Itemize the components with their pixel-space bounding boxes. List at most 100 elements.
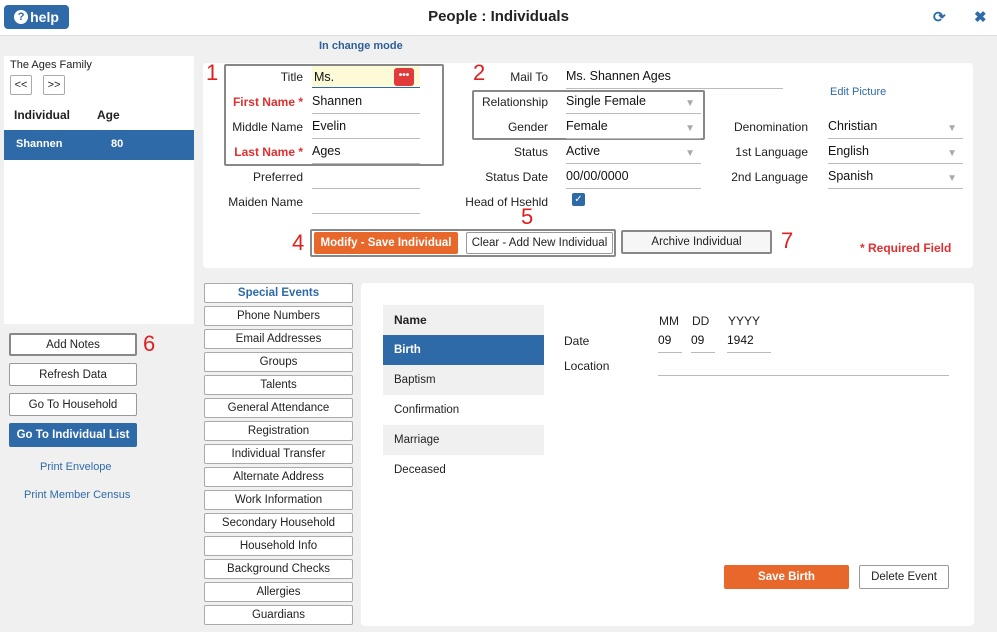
second-language-label: 2nd Language xyxy=(731,170,808,184)
tab-secondary-household[interactable]: Secondary Household xyxy=(204,513,353,533)
preferred-input[interactable] xyxy=(312,167,420,189)
next-family-button[interactable]: >> xyxy=(43,75,65,95)
family-panel xyxy=(4,56,194,324)
denomination-label: Denomination xyxy=(733,120,808,134)
status-label: Status xyxy=(513,145,548,159)
second-language-select[interactable]: Spanish ▼ xyxy=(828,167,963,189)
preferred-label: Preferred xyxy=(252,170,303,184)
status-select[interactable]: Active ▼ xyxy=(566,142,701,164)
chevron-down-icon: ▼ xyxy=(685,123,695,134)
event-item-marriage[interactable]: Marriage xyxy=(383,425,544,455)
mode-indicator: In change mode xyxy=(319,40,403,52)
save-birth-button[interactable]: Save Birth xyxy=(724,565,849,589)
event-item-birth[interactable]: Birth xyxy=(383,335,544,365)
first-language-value: English xyxy=(828,144,869,158)
edit-picture-link[interactable]: Edit Picture xyxy=(830,86,886,98)
first-name-label: First Name * xyxy=(232,95,303,109)
prev-family-button[interactable]: << xyxy=(10,75,32,95)
first-language-select[interactable]: English ▼ xyxy=(828,142,963,164)
tab-guardians[interactable]: Guardians xyxy=(204,605,353,625)
annotation-5: 5 xyxy=(521,204,534,229)
chevron-down-icon: ▼ xyxy=(685,148,695,159)
more-options-icon[interactable]: ••• xyxy=(394,68,414,86)
page-title: People : Individuals xyxy=(428,8,569,25)
head-of-household-checkbox[interactable]: ✓ xyxy=(572,193,585,206)
middle-name-input[interactable]: Evelin xyxy=(312,117,420,139)
annotation-1: 1 xyxy=(206,60,219,85)
event-item-confirmation[interactable]: Confirmation xyxy=(383,395,544,425)
date-label: Date xyxy=(564,334,590,348)
mail-to-label: Mail To xyxy=(510,70,548,84)
print-envelope-link[interactable]: Print Envelope xyxy=(40,461,112,473)
go-to-individual-list-button[interactable]: Go To Individual List xyxy=(9,423,137,447)
mm-label: MM xyxy=(659,314,679,328)
title-label: Title xyxy=(280,70,303,84)
annotation-6: 6 xyxy=(143,331,156,356)
tab-work-information[interactable]: Work Information xyxy=(204,490,353,510)
modify-save-button[interactable]: Modify - Save Individual xyxy=(314,232,458,254)
tab-email-addresses[interactable]: Email Addresses xyxy=(204,329,353,349)
location-input[interactable] xyxy=(658,354,949,376)
tab-alternate-address[interactable]: Alternate Address xyxy=(204,467,353,487)
delete-event-button[interactable]: Delete Event xyxy=(859,565,949,589)
go-to-household-button[interactable]: Go To Household xyxy=(9,393,137,416)
row-age: 80 xyxy=(111,138,124,150)
status-value: Active xyxy=(566,144,601,158)
required-field-note: * Required Field xyxy=(860,241,952,255)
yyyy-label: YYYY xyxy=(728,314,761,328)
maiden-name-input[interactable] xyxy=(312,192,420,214)
table-row[interactable]: Shannen 80 xyxy=(4,130,194,160)
archive-button[interactable]: Archive Individual xyxy=(621,230,772,254)
year-input[interactable]: 1942 xyxy=(727,331,771,353)
denomination-value: Christian xyxy=(828,119,878,133)
event-item-baptism[interactable]: Baptism xyxy=(383,365,544,395)
refresh-data-button[interactable]: Refresh Data xyxy=(9,363,137,386)
first-name-input[interactable]: Shannen xyxy=(312,92,420,114)
month-input[interactable]: 09 xyxy=(658,331,682,353)
column-header-age: Age xyxy=(97,108,120,122)
chevron-down-icon: ▼ xyxy=(947,123,957,134)
family-name: The Ages Family xyxy=(10,59,92,71)
add-notes-button[interactable]: Add Notes xyxy=(9,333,137,356)
tab-groups[interactable]: Groups xyxy=(204,352,353,372)
tab-background-checks[interactable]: Background Checks xyxy=(204,559,353,579)
chevron-down-icon: ▼ xyxy=(685,98,695,109)
gender-select[interactable]: Female ▼ xyxy=(566,117,701,139)
tab-talents[interactable]: Talents xyxy=(204,375,353,395)
event-item-deceased[interactable]: Deceased xyxy=(383,455,544,485)
second-language-value: Spanish xyxy=(828,169,874,183)
relationship-value: Single Female xyxy=(566,94,646,108)
annotation-7: 7 xyxy=(781,228,794,253)
refresh-icon[interactable]: ⟳ xyxy=(933,8,946,26)
tab-individual-transfer[interactable]: Individual Transfer xyxy=(204,444,353,464)
chevron-down-icon: ▼ xyxy=(947,148,957,159)
middle-name-label: Middle Name xyxy=(232,120,303,134)
gender-label: Gender xyxy=(507,120,548,134)
day-input[interactable]: 09 xyxy=(691,331,715,353)
annotation-4: 4 xyxy=(292,230,305,255)
last-name-label: Last Name * xyxy=(234,145,303,159)
row-name: Shannen xyxy=(16,138,63,150)
tab-special-events[interactable]: Special Events xyxy=(204,283,353,303)
column-header-individual: Individual xyxy=(14,108,71,122)
gender-value: Female xyxy=(566,119,608,133)
dd-label: DD xyxy=(692,314,710,328)
relationship-select[interactable]: Single Female ▼ xyxy=(566,92,701,114)
mail-to-input[interactable]: Ms. Shannen Ages xyxy=(566,67,783,89)
status-date-input[interactable]: 00/00/0000 xyxy=(566,167,701,189)
tab-registration[interactable]: Registration xyxy=(204,421,353,441)
first-language-label: 1st Language xyxy=(735,145,808,159)
close-icon[interactable]: ✖ xyxy=(974,8,987,26)
tab-allergies[interactable]: Allergies xyxy=(204,582,353,602)
denomination-select[interactable]: Christian ▼ xyxy=(828,117,963,139)
tab-general-attendance[interactable]: General Attendance xyxy=(204,398,353,418)
tab-household-info[interactable]: Household Info xyxy=(204,536,353,556)
last-name-input[interactable]: Ages xyxy=(312,142,420,164)
status-date-label: Status Date xyxy=(485,170,548,184)
clear-add-button[interactable]: Clear - Add New Individual xyxy=(466,232,613,254)
location-label: Location xyxy=(564,359,610,373)
tab-phone-numbers[interactable]: Phone Numbers xyxy=(204,306,353,326)
maiden-name-label: Maiden Name xyxy=(228,195,303,209)
chevron-down-icon: ▼ xyxy=(947,173,957,184)
print-member-census-link[interactable]: Print Member Census xyxy=(24,489,130,501)
